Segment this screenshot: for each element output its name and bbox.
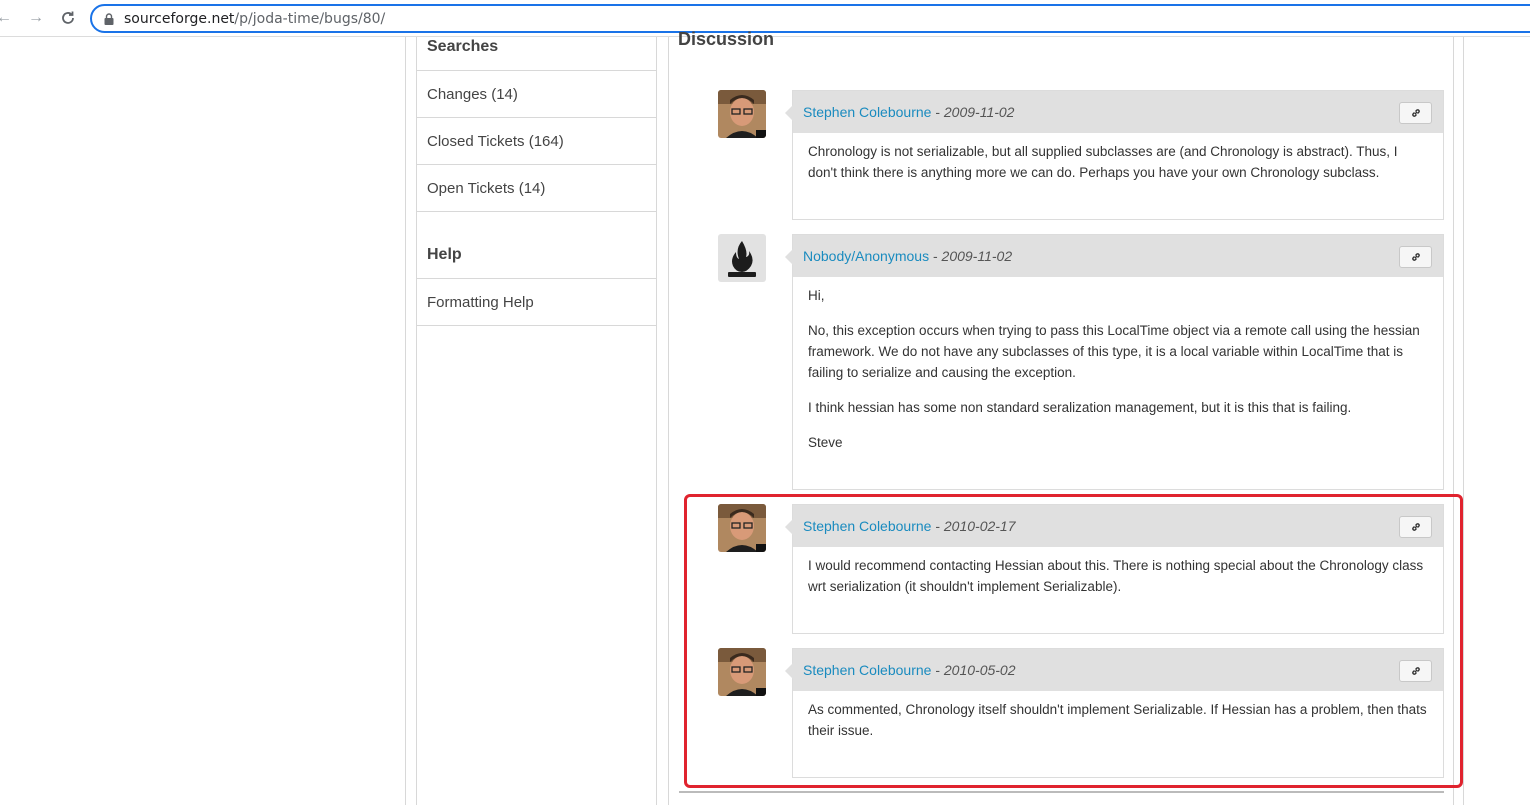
separator: -: [935, 104, 940, 120]
comment-paragraph: Hi,: [808, 288, 825, 303]
comment-body: Hi, No, this exception occurs when tryin…: [793, 277, 1443, 479]
comment-body: Chronology is not serializable, but all …: [793, 133, 1443, 209]
comment-header: Nobody/Anonymous - 2009-11-02: [793, 235, 1443, 277]
url-path: /p/joda-time/bugs/80/: [234, 11, 386, 27]
sidebar-item-changes[interactable]: Changes (14): [417, 71, 656, 118]
avatar[interactable]: [718, 90, 766, 138]
author-link[interactable]: Stephen Colebourne: [803, 104, 931, 120]
forward-arrow-icon[interactable]: →: [26, 8, 46, 28]
flame-icon: [728, 241, 756, 277]
page-border-right: [1463, 37, 1464, 805]
link-icon: [1411, 253, 1420, 261]
avatar[interactable]: [718, 234, 766, 282]
comment-paragraph: No, this exception occurs when trying to…: [808, 323, 1420, 380]
comment-paragraph: I think hessian has some non standard se…: [808, 400, 1352, 415]
lock-icon: [104, 13, 114, 25]
sidebar-item-open-tickets[interactable]: Open Tickets (14): [417, 165, 656, 212]
discussion-title: Discussion: [678, 29, 775, 49]
comment-date: 2009-11-02: [943, 104, 1015, 120]
divider: [679, 791, 1444, 793]
sidebar-heading-searches: Searches: [417, 37, 656, 71]
address-bar[interactable]: sourceforge.net/p/joda-time/bugs/80/: [90, 4, 1530, 33]
comment-date: 2009-11-02: [941, 248, 1013, 264]
link-icon: [1411, 109, 1420, 117]
url-host: sourceforge.net: [124, 11, 235, 27]
person-photo-icon: [718, 90, 766, 138]
url-text: sourceforge.net/p/joda-time/bugs/80/: [124, 11, 385, 27]
comment-header: Stephen Colebourne - 2009-11-02: [793, 91, 1443, 133]
comment-paragraph: Chronology is not serializable, but all …: [808, 144, 1398, 180]
page-border-left: [405, 37, 406, 805]
comment-paragraph: Steve: [808, 435, 843, 450]
separator: -: [932, 248, 938, 264]
permalink-button[interactable]: [1399, 246, 1432, 268]
sidebar-item-formatting-help[interactable]: Formatting Help: [417, 279, 656, 326]
permalink-button[interactable]: [1399, 102, 1432, 124]
comment-bubble: Nobody/Anonymous - 2009-11-02 Hi, No, th…: [785, 234, 1444, 490]
sidebar-item-closed-tickets[interactable]: Closed Tickets (164): [417, 118, 656, 165]
author-link[interactable]: Nobody/Anonymous: [803, 248, 929, 264]
reload-icon[interactable]: [58, 8, 78, 28]
sidebar-heading-help: Help: [417, 212, 656, 279]
highlight-box: [684, 494, 1463, 788]
comment-bubble: Stephen Colebourne - 2009-11-02 Chronolo…: [785, 90, 1444, 220]
back-arrow-icon[interactable]: ←: [0, 8, 14, 28]
sidebar: Searches Changes (14) Closed Tickets (16…: [416, 37, 657, 805]
